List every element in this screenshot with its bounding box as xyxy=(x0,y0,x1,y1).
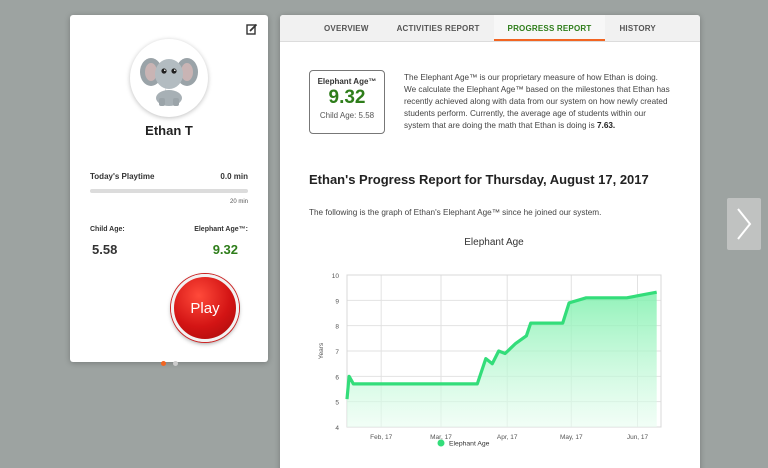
x-tick-label: Feb, 17 xyxy=(370,434,392,441)
child-age-label: Child Age: xyxy=(90,226,125,233)
elephant-age-box-title: Elephant Age™ xyxy=(317,77,377,86)
report-tabs: OVERVIEW ACTIVITIES REPORT PROGRESS REPORT… xyxy=(280,15,700,42)
profile-card: Ethan T Today's Playtime 0.0 min 20 min … xyxy=(70,15,268,366)
series-area xyxy=(347,292,657,427)
y-tick-label: 9 xyxy=(335,298,339,305)
playtime-progress-bar xyxy=(90,189,248,193)
elephant-age-label: Elephant Age™: xyxy=(194,226,248,233)
elephant-age-box: Elephant Age™ 9.32 Child Age: 5.58 xyxy=(309,70,385,134)
card-pager xyxy=(70,361,268,366)
chart-svg: 45678910Feb, 17 Mar, 17 Apr, 17 May, 17 Jun,… xyxy=(318,273,662,448)
report-subtitle: The following is the graph of Ethan's El… xyxy=(309,208,602,217)
legend-marker xyxy=(437,439,445,447)
tab-history[interactable]: HISTORY xyxy=(605,15,670,41)
x-tick-label: Apr, 17 xyxy=(497,434,518,441)
pager-dot[interactable] xyxy=(172,361,178,366)
elephant-age-box-value: 9.32 xyxy=(328,87,366,108)
x-tick-label: Jun, 17 xyxy=(627,434,649,441)
playtime-value: 0.0 min xyxy=(220,172,248,181)
tab-overview[interactable]: OVERVIEW xyxy=(310,15,383,41)
y-tick-label: 8 xyxy=(335,324,339,331)
tab-progress-report[interactable]: PROGRESS REPORT xyxy=(493,15,606,41)
y-tick-label: 10 xyxy=(332,273,340,280)
elephant-icon xyxy=(140,58,198,106)
description-text: The Elephant Age™ is our proprietary mea… xyxy=(404,73,670,130)
child-name: Ethan T xyxy=(145,123,193,138)
chart-title: Elephant Age xyxy=(464,237,524,248)
description-average-age: 7.63. xyxy=(596,121,616,130)
y-tick-label: 6 xyxy=(335,374,339,381)
play-button[interactable]: Play xyxy=(171,274,239,342)
y-tick-label: 4 xyxy=(335,425,339,432)
report-panel: OVERVIEW ACTIVITIES REPORT PROGRESS REPORT… xyxy=(280,15,700,468)
report-title: Ethan's Progress Report for Thursday, Au… xyxy=(309,172,649,187)
legend-label: Elephant Age xyxy=(449,441,490,448)
avatar xyxy=(130,39,208,117)
child-age-value: 5.58 xyxy=(92,242,118,257)
y-tick-label: 7 xyxy=(335,349,339,356)
next-arrow-button[interactable] xyxy=(727,198,761,250)
playtime-max: 20 min xyxy=(229,199,248,205)
y-axis-label: Years xyxy=(318,342,325,359)
elephant-age-description: The Elephant Age™ is our proprietary mea… xyxy=(404,72,672,132)
playtime-label: Today's Playtime xyxy=(90,172,155,181)
pager-dot[interactable] xyxy=(160,361,166,366)
tab-activities-report[interactable]: ACTIVITIES REPORT xyxy=(383,15,494,41)
chevron-right-icon xyxy=(737,208,752,240)
elephant-age-value: 9.32 xyxy=(212,242,238,257)
elephant-age-box-child-age: Child Age: 5.58 xyxy=(319,111,375,120)
y-tick-label: 5 xyxy=(335,400,339,407)
edit-icon[interactable] xyxy=(246,22,258,35)
x-tick-label: May, 17 xyxy=(560,434,583,441)
elephant-age-chart: Elephant Age 4 5 6 7 8 9 10 Feb, 17 Mar, 17 Apr, … xyxy=(309,237,679,452)
